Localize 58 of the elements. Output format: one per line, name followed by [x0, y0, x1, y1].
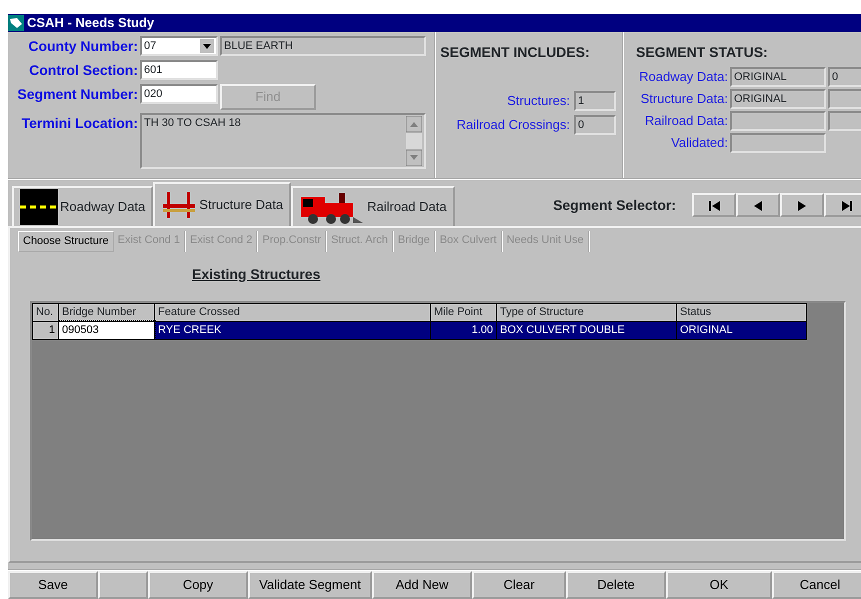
action-button[interactable]: Save — [8, 571, 98, 599]
column-header[interactable]: No. — [32, 303, 58, 321]
county-name-field: BLUE EARTH — [220, 36, 426, 56]
table-cell: 1.00 — [430, 321, 496, 339]
table-row[interactable]: 1 090503 RYE CREEK 1.00 BOX CULVERT DOUBLE ORIGINAL — [32, 321, 806, 339]
column-header[interactable]: Bridge Number — [58, 303, 154, 321]
table-cell: RYE CREEK — [154, 321, 430, 339]
action-button[interactable]: Cancel — [772, 571, 861, 599]
nav-button[interactable] — [780, 193, 824, 217]
action-button[interactable]: OK — [666, 571, 772, 599]
control-section-field[interactable]: 601 — [140, 60, 218, 80]
column-header[interactable]: Type of Structure — [496, 303, 676, 321]
table-cell: BOX CULVERT DOUBLE — [496, 321, 676, 339]
nav-button[interactable] — [824, 193, 861, 217]
nav-button[interactable] — [692, 193, 736, 217]
action-button[interactable]: Validate Segment — [248, 571, 372, 599]
status-field: ORIGINAL — [730, 89, 826, 109]
termini-location-field[interactable]: TH 30 TO CSAH 18 — [140, 113, 426, 169]
field-label: County Number: — [27, 37, 138, 56]
action-button[interactable]: Copy — [148, 571, 248, 599]
column-header[interactable]: Feature Crossed — [154, 303, 430, 321]
table-cell: 1 — [32, 321, 58, 339]
segment-number-field[interactable]: 020 — [140, 84, 218, 104]
tab[interactable]: Structure Data — [153, 182, 292, 226]
count-field: 1 — [574, 91, 616, 111]
field-label: Segment Number: — [16, 85, 138, 104]
action-button[interactable]: Clear — [472, 571, 566, 599]
field-label: Structures: — [507, 92, 570, 110]
app-icon — [8, 15, 24, 31]
action-button[interactable]: Add New — [372, 571, 472, 599]
field-label: Termini Location: — [20, 114, 138, 133]
selector-label: Segment Selector: — [553, 196, 676, 215]
tab[interactable]: Roadway Data — [12, 186, 154, 226]
section-heading: Existing Structures — [192, 264, 322, 284]
section-title: SEGMENT STATUS: — [636, 43, 769, 62]
nav-button[interactable] — [736, 193, 780, 217]
field-label: Railroad Crossings: — [456, 116, 570, 134]
field-label: Control Section: — [28, 61, 138, 80]
scrollbar[interactable] — [406, 116, 422, 166]
first-record-icon — [706, 198, 722, 213]
road-icon — [20, 189, 58, 225]
field-label: Roadway Data: — [638, 68, 728, 86]
column-header[interactable]: Status — [676, 303, 806, 321]
count-field: 0 — [574, 115, 616, 135]
field-label: Railroad Data: — [644, 112, 728, 130]
table-cell: 090503 — [58, 321, 154, 339]
tab[interactable]: Railroad Data — [291, 186, 455, 226]
sub-tab[interactable]: Choose Structure — [18, 231, 114, 252]
section-title: SEGMENT INCLUDES: — [440, 43, 591, 62]
action-button[interactable]: Delete — [566, 571, 666, 599]
column-header[interactable]: Mile Point — [430, 303, 496, 321]
status-field: 0 — [828, 67, 861, 87]
status-field: ORIGINAL — [730, 67, 826, 87]
field-label: Structure Data: — [640, 90, 728, 108]
table-cell: ORIGINAL — [676, 321, 806, 339]
county-dropdown[interactable]: 07 — [140, 36, 218, 56]
window-title: CSAH - Needs Study — [27, 14, 154, 32]
field-label: Validated: — [670, 134, 728, 152]
